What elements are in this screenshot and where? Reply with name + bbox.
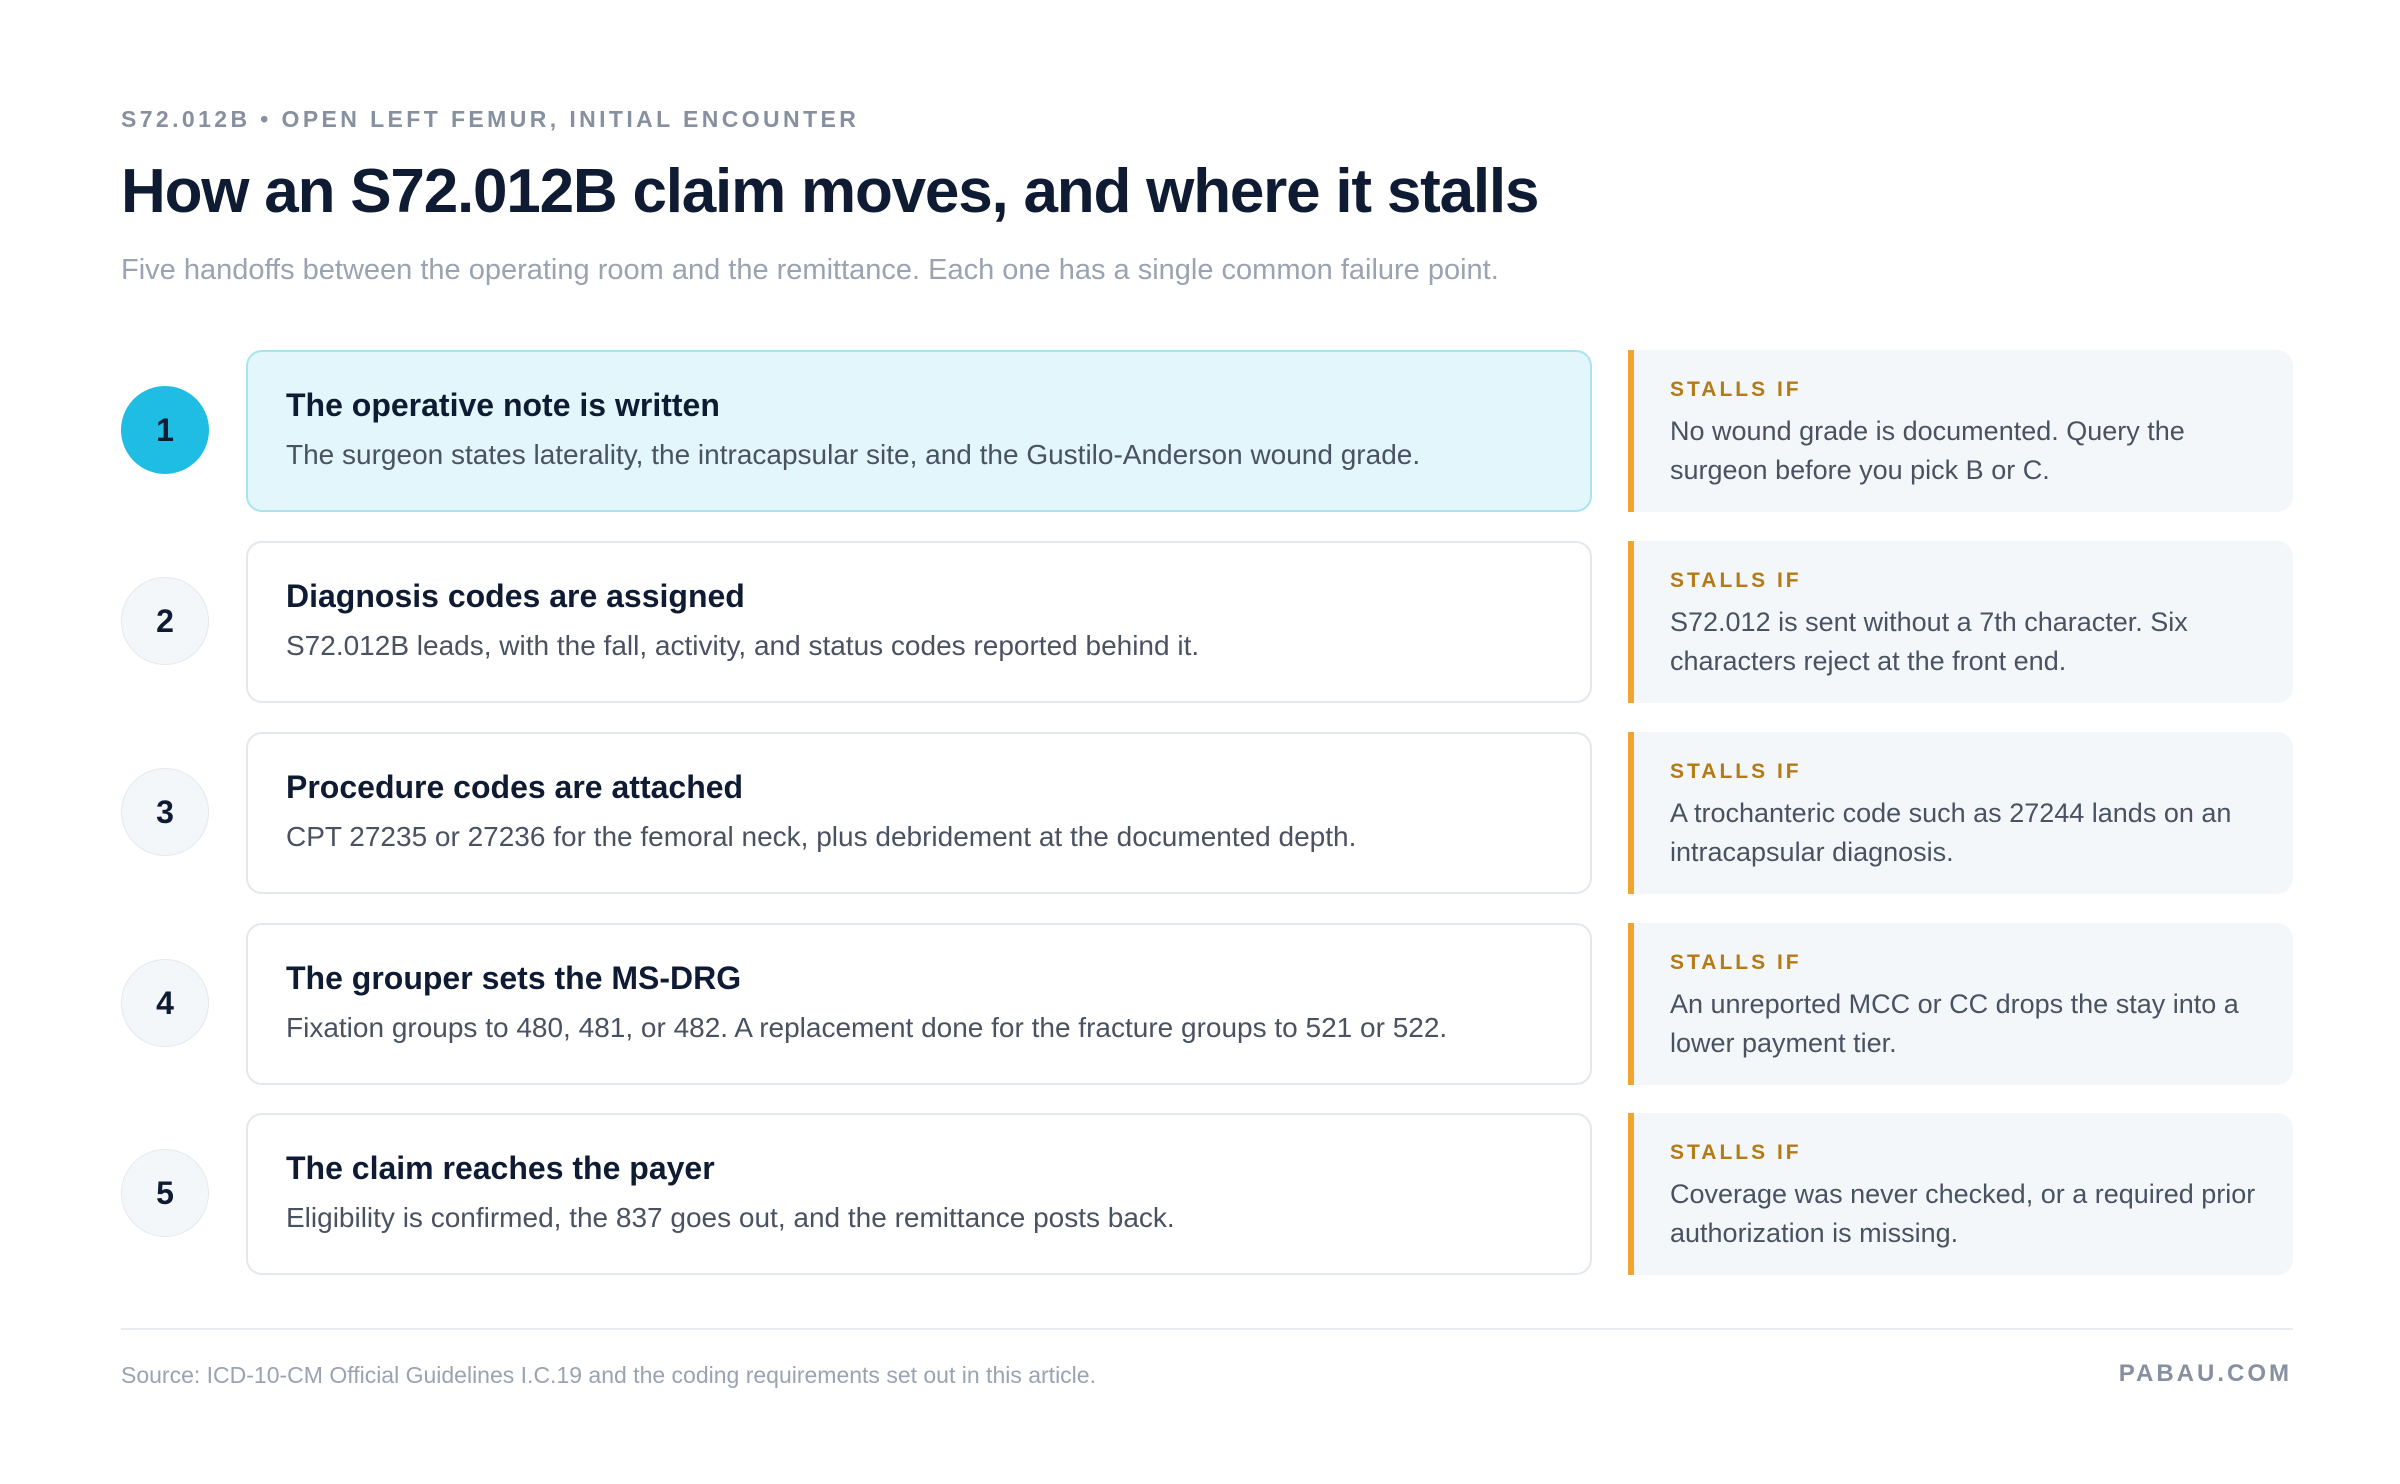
stall-label: STALLS IF	[1670, 760, 1802, 783]
page-title: How an S72.012B claim moves, and where i…	[121, 157, 1539, 226]
step-row-2: 2 Diagnosis codes are assigned S72.012B …	[0, 541, 2400, 703]
step-number-badge: 1	[121, 386, 209, 474]
step-row-5: 5 The claim reaches the payer Eligibilit…	[0, 1113, 2400, 1275]
step-row-1: 1 The operative note is written The surg…	[0, 350, 2400, 512]
source-note: Source: ICD-10-CM Official Guidelines I.…	[121, 1362, 1096, 1388]
stall-callout: STALLS IF Coverage was never checked, or…	[1628, 1113, 2293, 1275]
stall-text: Coverage was never checked, or a require…	[1670, 1179, 2256, 1248]
step-description: The surgeon states laterality, the intra…	[286, 439, 1421, 470]
step-title: The grouper sets the MS-DRG	[286, 960, 742, 996]
brand-mark: PABAU.COM	[2118, 1360, 2292, 1387]
step-card: The grouper sets the MS-DRG Fixation gro…	[246, 923, 1592, 1085]
stall-callout: STALLS IF An unreported MCC or CC drops …	[1628, 923, 2293, 1085]
infographic-page: S72.012B • OPEN LEFT FEMUR, INITIAL ENCO…	[0, 0, 2400, 1484]
step-description: S72.012B leads, with the fall, activity,…	[286, 630, 1200, 661]
step-title: Procedure codes are attached	[286, 769, 744, 805]
stall-text: No wound grade is documented. Query the …	[1670, 416, 2185, 485]
step-row-3: 3 Procedure codes are attached CPT 27235…	[0, 732, 2400, 894]
step-title: The operative note is written	[286, 387, 720, 423]
stall-label: STALLS IF	[1670, 951, 1802, 974]
step-card: Procedure codes are attached CPT 27235 o…	[246, 732, 1592, 894]
step-number-badge: 3	[121, 768, 209, 856]
page-subtitle: Five handoffs between the operating room…	[121, 254, 1499, 286]
step-row-4: 4 The grouper sets the MS-DRG Fixation g…	[0, 923, 2400, 1085]
step-card: The operative note is written The surgeo…	[246, 350, 1592, 512]
footer-divider	[121, 1328, 2293, 1330]
stall-callout: STALLS IF No wound grade is documented. …	[1628, 350, 2293, 512]
stall-callout: STALLS IF A trochanteric code such as 27…	[1628, 732, 2293, 894]
stall-callout: STALLS IF S72.012 is sent without a 7th …	[1628, 541, 2293, 703]
step-card: The claim reaches the payer Eligibility …	[246, 1113, 1592, 1275]
step-card: Diagnosis codes are assigned S72.012B le…	[246, 541, 1592, 703]
step-description: Eligibility is confirmed, the 837 goes o…	[286, 1202, 1175, 1233]
stall-text: S72.012 is sent without a 7th character.…	[1670, 607, 2188, 676]
step-number-badge: 5	[121, 1149, 209, 1237]
stall-label: STALLS IF	[1670, 378, 1802, 401]
step-number-badge: 2	[121, 577, 209, 665]
stall-label: STALLS IF	[1670, 1141, 1802, 1164]
step-description: CPT 27235 or 27236 for the femoral neck,…	[286, 821, 1357, 852]
step-description: Fixation groups to 480, 481, or 482. A r…	[286, 1012, 1448, 1043]
stall-label: STALLS IF	[1670, 569, 1802, 592]
stall-text: An unreported MCC or CC drops the stay i…	[1670, 989, 2239, 1058]
stall-text: A trochanteric code such as 27244 lands …	[1670, 798, 2232, 867]
step-title: Diagnosis codes are assigned	[286, 578, 745, 614]
step-title: The claim reaches the payer	[286, 1150, 715, 1186]
step-number-badge: 4	[121, 959, 209, 1047]
eyebrow-label: S72.012B • OPEN LEFT FEMUR, INITIAL ENCO…	[121, 106, 860, 132]
